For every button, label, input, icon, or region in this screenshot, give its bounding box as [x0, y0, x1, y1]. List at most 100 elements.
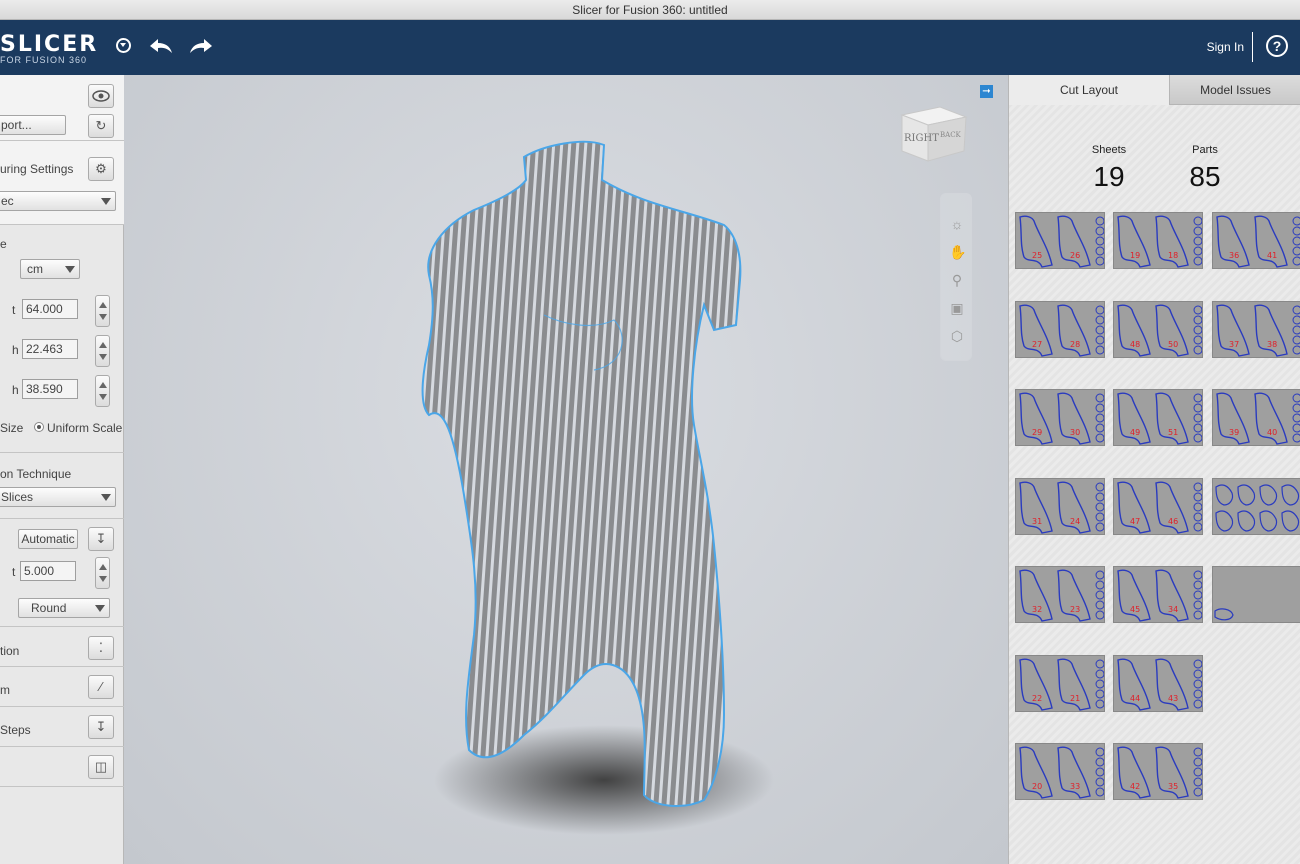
parts-label: Parts — [1192, 144, 1218, 156]
shape-select[interactable]: Round — [18, 598, 110, 618]
layout-sheet[interactable]: 44 43 — [1113, 655, 1203, 712]
part-label: 50 — [1168, 340, 1178, 349]
document-icon[interactable]: ◫ — [88, 755, 114, 779]
header-divider — [1252, 32, 1253, 62]
part-label: 19 — [1130, 251, 1140, 260]
assembly-steps-item[interactable]: Steps ↧ — [0, 707, 124, 747]
part-label: 35 — [1168, 782, 1178, 791]
import-button[interactable]: port... — [0, 115, 66, 135]
import-section: port... ↻ — [0, 75, 124, 141]
part-label: 24 — [1070, 517, 1080, 526]
length-field[interactable]: 38.590 — [22, 379, 78, 399]
slice-direction-icon[interactable]: ⁚ — [88, 636, 114, 660]
gear-icon[interactable]: ⚙ — [88, 157, 114, 181]
part-label: 22 — [1032, 694, 1042, 703]
layout-sheet[interactable]: 36 41 — [1212, 212, 1300, 269]
get-plans-item[interactable]: ◫ — [0, 747, 124, 787]
eye-icon[interactable] — [88, 84, 114, 108]
part-label: 47 — [1130, 517, 1140, 526]
viewcube-right-label: RIGHT — [904, 133, 939, 144]
layout-sheet[interactable]: 20 33 — [1015, 743, 1105, 800]
sign-in-link[interactable]: Sign In — [1207, 40, 1244, 54]
layout-sheet[interactable]: 25 26 — [1015, 212, 1105, 269]
slice-direction-item[interactable]: tion ⁚ — [0, 627, 124, 667]
layout-sheet[interactable]: 27 28 — [1015, 301, 1105, 358]
layout-sheet[interactable]: 49 51 — [1113, 389, 1203, 446]
layout-sheet[interactable]: 19 18 — [1113, 212, 1203, 269]
sheets-count: 19 — [1093, 161, 1125, 192]
part-label: 27 — [1032, 340, 1042, 349]
offset-field[interactable]: 5.000 — [20, 561, 76, 581]
construction-technique-label: on Technique — [0, 467, 72, 481]
3d-viewport[interactable]: ➞ RIGHT BACK ☼ ✋ ⚲ ▣ ⬡ — [124, 75, 1008, 864]
pan-hand-icon[interactable]: ✋ — [949, 244, 966, 260]
home-view-icon[interactable]: ⬡ — [949, 328, 965, 344]
part-label: 44 — [1130, 694, 1140, 703]
height-stepper[interactable] — [95, 295, 110, 327]
length-label: h — [12, 383, 19, 397]
part-label: 42 — [1130, 782, 1140, 791]
part-label: 49 — [1130, 428, 1140, 437]
expand-panel-icon[interactable]: ➞ — [980, 85, 993, 98]
orbit-icon[interactable]: ☼ — [949, 216, 965, 232]
app-logo-subtitle: FOR FUSION 360 — [0, 55, 88, 65]
help-icon[interactable]: ? — [1266, 35, 1288, 57]
layout-sheet[interactable]: 31 24 — [1015, 478, 1105, 535]
refresh-icon[interactable]: ↻ — [88, 114, 114, 138]
tab-model-issues[interactable]: Model Issues — [1169, 75, 1300, 105]
width-label: h — [12, 343, 19, 357]
part-label: 45 — [1130, 605, 1140, 614]
slice-settings-section: Automatic ↧ t 5.000 Round — [0, 519, 124, 627]
object-size-section: e cm t 64.000 h 22.463 h 38.590 Size Uni… — [0, 225, 124, 453]
uniform-scale-radio[interactable] — [34, 422, 44, 432]
size-option-label[interactable]: Size — [0, 421, 23, 435]
part-label: 39 — [1229, 428, 1239, 437]
width-field[interactable]: 22.463 — [22, 339, 78, 359]
part-label: 20 — [1032, 782, 1042, 791]
offset-stepper[interactable] — [95, 557, 110, 589]
manufacturing-select[interactable]: ec — [0, 191, 116, 211]
redo-icon[interactable] — [188, 36, 214, 56]
part-label: 46 — [1168, 517, 1178, 526]
viewcube-back-label: BACK — [940, 131, 962, 139]
layout-sheet[interactable]: 39 40 — [1212, 389, 1300, 446]
layout-sheet[interactable]: 42 35 — [1113, 743, 1203, 800]
sheets-label: Sheets — [1091, 144, 1127, 156]
layout-sheet[interactable]: 37 38 — [1212, 301, 1300, 358]
view-cube[interactable]: RIGHT BACK — [898, 101, 968, 163]
manufacturing-settings-label: uring Settings — [0, 162, 74, 176]
form-item[interactable]: m ∕ — [0, 667, 124, 707]
layout-sheet[interactable] — [1212, 478, 1300, 535]
layout-sheet[interactable]: 32 23 — [1015, 566, 1105, 623]
undo-icon[interactable] — [148, 36, 174, 56]
app-logo: SLICER — [0, 32, 99, 57]
form-icon[interactable]: ∕ — [88, 675, 114, 699]
part-label: 43 — [1168, 694, 1178, 703]
part-label: 34 — [1168, 605, 1178, 614]
part-label: 37 — [1229, 340, 1239, 349]
part-label: 23 — [1070, 605, 1080, 614]
units-select[interactable]: cm — [20, 259, 80, 279]
sliced-torso-model[interactable] — [124, 75, 1008, 864]
manufacturing-section: uring Settings ⚙ ec — [0, 141, 124, 225]
layout-sheet[interactable]: 45 34 — [1113, 566, 1203, 623]
zoom-icon[interactable]: ⚲ — [949, 272, 965, 288]
part-label: 31 — [1032, 517, 1042, 526]
app-menu-dropdown-icon[interactable] — [116, 38, 131, 53]
size-label: e — [0, 237, 7, 251]
height-field[interactable]: 64.000 — [22, 299, 78, 319]
height-label: t — [12, 303, 16, 317]
tab-cut-layout[interactable]: Cut Layout — [1009, 75, 1169, 105]
length-stepper[interactable] — [95, 375, 110, 407]
distribute-icon[interactable]: ↧ — [88, 527, 114, 551]
technique-select[interactable]: Slices — [0, 487, 116, 507]
assembly-steps-icon[interactable]: ↧ — [88, 715, 114, 739]
fit-view-icon[interactable]: ▣ — [949, 300, 965, 316]
layout-sheet[interactable]: 29 30 — [1015, 389, 1105, 446]
layout-sheet[interactable]: 48 50 — [1113, 301, 1203, 358]
layout-sheet[interactable] — [1212, 566, 1300, 623]
automatic-mode-select[interactable]: Automatic — [18, 529, 78, 549]
layout-sheet[interactable]: 22 21 — [1015, 655, 1105, 712]
layout-sheet[interactable]: 47 46 — [1113, 478, 1203, 535]
width-stepper[interactable] — [95, 335, 110, 367]
